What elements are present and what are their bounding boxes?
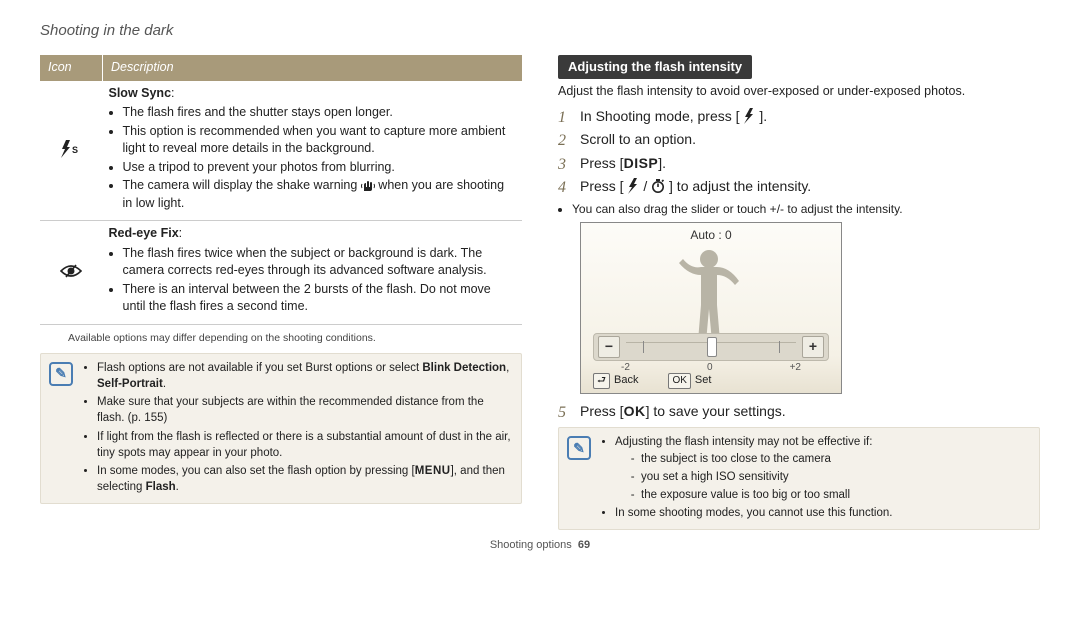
note-subitem: the exposure value is too big or too sma… (641, 487, 892, 503)
camera-screen-preview: Auto : 0 − + -2 0 +2 (580, 222, 842, 394)
flash-options-table: Icon Description S Slow Sync: The flash … (40, 55, 522, 325)
option-bullet: The camera will display the shake warnin… (123, 177, 517, 212)
note-box-right: ✎ Adjusting the flash intensity may not … (558, 427, 1040, 529)
note-item: Adjusting the flash intensity may not be… (615, 434, 892, 502)
option-bullet: This option is recommended when you want… (123, 123, 517, 158)
note-box-left: ✎ Flash options are not available if you… (40, 353, 522, 504)
col-header-icon: Icon (40, 55, 103, 81)
ok-key-label: OK (668, 373, 690, 389)
table-row: S Slow Sync: The flash fires and the shu… (40, 81, 522, 221)
option-bullet: Use a tripod to prevent your photos from… (123, 159, 517, 177)
slider-knob[interactable] (707, 337, 717, 357)
svg-text:S: S (72, 145, 78, 155)
step-item: Scroll to an option. (558, 130, 1040, 150)
red-eye-fix-icon (60, 265, 82, 279)
slider-minus-button[interactable]: − (598, 336, 620, 358)
section-intro: Adjust the flash intensity to avoid over… (558, 83, 1040, 101)
page-footer: Shooting options 69 (40, 538, 1040, 553)
step-sub: You can also drag the slider or touch +/… (572, 201, 1040, 218)
hand-shake-icon (361, 178, 378, 192)
note-item: In some shooting modes, you cannot use t… (615, 505, 892, 521)
step-item: Press [OK] to save your settings. (558, 402, 1040, 422)
ok-button-label: OK (624, 403, 646, 419)
timer-icon (647, 178, 669, 194)
set-label: Set (695, 373, 712, 388)
note-subitem: the subject is too close to the camera (641, 451, 892, 467)
slider-plus-button[interactable]: + (802, 336, 824, 358)
step-item: In Shooting mode, press [ ]. (558, 107, 1040, 127)
table-row: Red-eye Fix: The flash fires twice when … (40, 221, 522, 325)
col-header-desc: Description (103, 55, 523, 81)
note-item: Flash options are not available if you s… (97, 360, 513, 392)
option-bullet: There is an interval between the 2 burst… (123, 281, 517, 316)
back-icon: ⮐ (593, 373, 610, 389)
disp-button-label: DISP (624, 155, 659, 171)
note-item: If light from the flash is reflected or … (97, 429, 513, 461)
page-section-title: Shooting in the dark (40, 20, 1040, 41)
option-title: Slow Sync (109, 86, 172, 100)
option-bullet: The flash fires twice when the subject o… (123, 245, 517, 280)
table-footnote: Available options may differ depending o… (68, 331, 522, 346)
option-bullet: The flash fires and the shutter stays op… (123, 104, 517, 122)
note-item: In some modes, you can also set the flas… (97, 463, 513, 495)
note-icon: ✎ (49, 362, 73, 386)
intensity-slider[interactable]: − + (593, 333, 829, 361)
step-item: Press [ / ] to adjust the intensity. (558, 177, 1040, 197)
note-icon: ✎ (567, 436, 591, 460)
step-item: Press [DISP]. (558, 154, 1040, 174)
flash-slow-sync-icon: S (59, 144, 83, 158)
flash-icon (624, 178, 644, 194)
option-title: Red-eye Fix (109, 226, 179, 240)
note-item: Make sure that your subjects are within … (97, 394, 513, 426)
note-subitem: you set a high ISO sensitivity (641, 469, 892, 485)
back-label: Back (614, 373, 638, 388)
flash-icon (740, 108, 760, 124)
section-header: Adjusting the flash intensity (558, 55, 752, 79)
screen-mode-label: Auto : 0 (581, 227, 841, 244)
slider-tick-label: +2 (790, 361, 801, 375)
menu-button-label: MENU (415, 465, 451, 477)
